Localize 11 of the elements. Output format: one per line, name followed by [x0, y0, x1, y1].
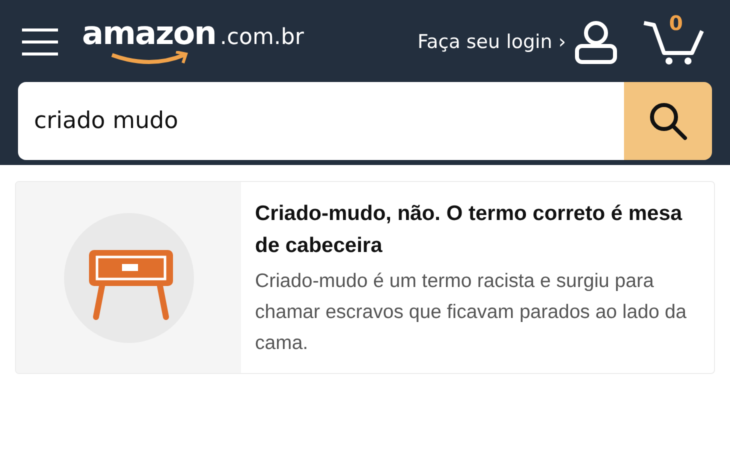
result-description: Criado-mudo é um termo racista e surgiu para chamar escravos que ficavam parados ao lado da cama.	[255, 269, 688, 356]
search-button[interactable]	[624, 82, 712, 160]
nightstand-icon	[64, 212, 194, 342]
result-card[interactable]: Criado-mudo, não. O termo correto é mesa de cabeceira Criado-mudo é um termo racista e surgiu para chamar escravos que ficavam parados ao lado da cama.	[15, 181, 715, 374]
search-icon	[648, 101, 688, 141]
menu-icon[interactable]	[22, 28, 58, 56]
search-field[interactable]: criado mudo	[18, 82, 624, 160]
result-title: Criado-mudo, não. O termo correto é mesa de cabeceira	[255, 201, 684, 259]
user-icon[interactable]	[574, 20, 618, 64]
login-link[interactable]: Faça seu login ›	[417, 28, 566, 56]
logo[interactable]: amazon.com.br	[82, 16, 304, 68]
